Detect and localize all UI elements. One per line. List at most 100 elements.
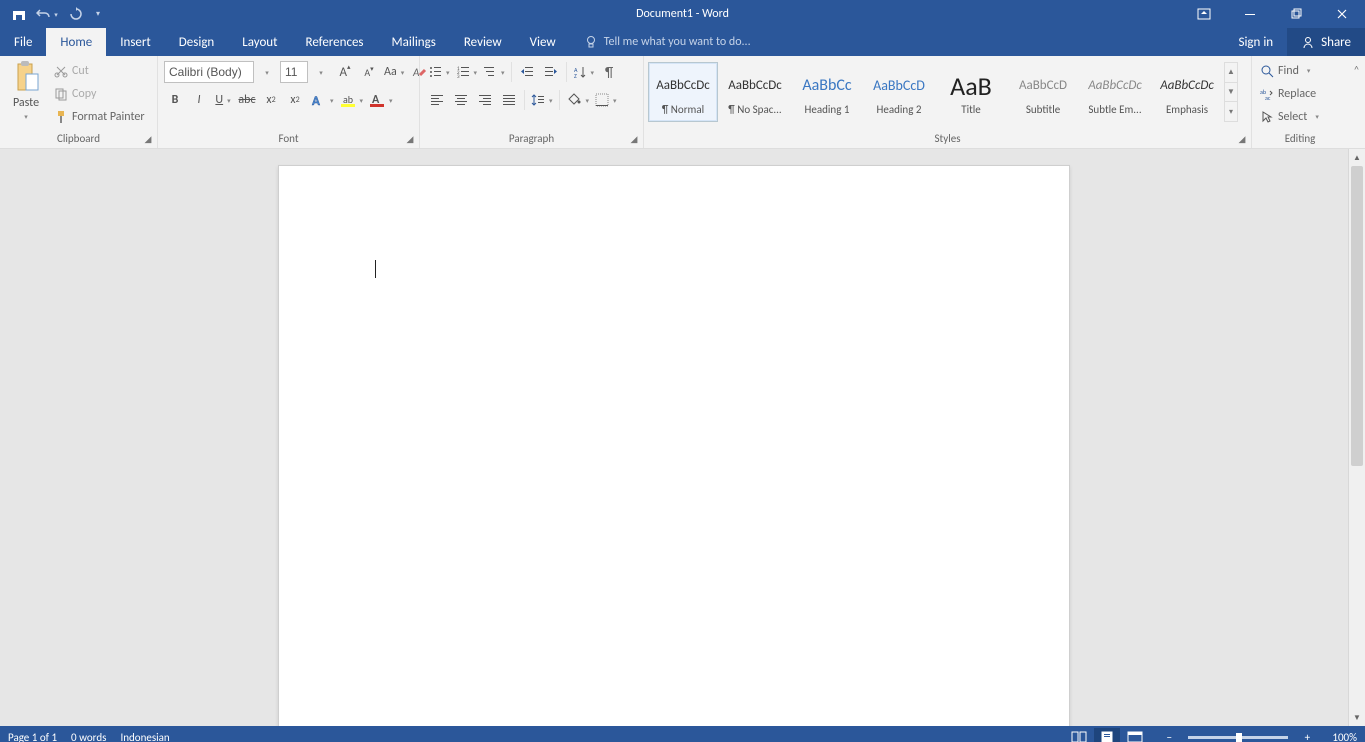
tab-insert[interactable]: Insert <box>106 28 165 56</box>
font-size-dropdown-button[interactable]: ▾ <box>310 61 332 83</box>
tab-design[interactable]: Design <box>165 28 228 56</box>
paragraph-launcher[interactable]: ◢ <box>627 132 641 146</box>
minimize-button[interactable] <box>1227 0 1273 28</box>
shading-button[interactable] <box>564 89 592 111</box>
tab-layout[interactable]: Layout <box>228 28 291 56</box>
style-caption: ¶ No Spac... <box>728 103 781 116</box>
status-language[interactable]: Indonesian <box>120 731 169 742</box>
bold-button[interactable]: B <box>164 89 186 111</box>
italic-button[interactable]: I <box>188 89 210 111</box>
share-button[interactable]: Share <box>1287 28 1365 56</box>
underline-button[interactable]: U <box>212 89 234 111</box>
change-case-button[interactable]: Aa <box>382 61 406 83</box>
scroll-down-button[interactable]: ▼ <box>1349 709 1365 726</box>
borders-button[interactable] <box>593 89 619 111</box>
style-item-1[interactable]: AaBbCcDc¶ No Spac... <box>720 62 790 122</box>
style-item-3[interactable]: AaBbCcDHeading 2 <box>864 62 934 122</box>
document-area[interactable] <box>0 149 1348 726</box>
tab-view[interactable]: View <box>516 28 570 56</box>
zoom-out-button[interactable]: − <box>1158 726 1180 742</box>
read-mode-button[interactable] <box>1066 728 1092 742</box>
font-group: ▾ ▾ A▴ A▾ Aa A B I U abc x2 x2 A <box>158 56 420 148</box>
font-family-input[interactable] <box>164 61 254 83</box>
font-family-dropdown-button[interactable]: ▾ <box>256 61 278 83</box>
align-center-button[interactable] <box>450 89 472 111</box>
subscript-button[interactable]: x2 <box>260 89 282 111</box>
scroll-up-button[interactable]: ▲ <box>1349 149 1365 166</box>
shrink-font-button[interactable]: A▾ <box>358 61 380 83</box>
styles-group-title: Styles <box>934 132 960 145</box>
style-item-2[interactable]: AaBbCcHeading 1 <box>792 62 862 122</box>
qat-customize-button[interactable]: ▾ <box>92 3 104 25</box>
status-words[interactable]: 0 words <box>71 731 106 742</box>
style-item-7[interactable]: AaBbCcDcEmphasis <box>1152 62 1222 122</box>
align-left-button[interactable] <box>426 89 448 111</box>
tab-review[interactable]: Review <box>450 28 516 56</box>
font-size-input[interactable] <box>280 61 308 83</box>
vertical-scrollbar[interactable]: ▲ ▼ <box>1348 149 1365 726</box>
style-item-4[interactable]: AaBTitle <box>936 62 1006 122</box>
justify-button[interactable] <box>498 89 520 111</box>
select-button[interactable]: Select <box>1258 106 1321 127</box>
paste-button[interactable]: Paste ▾ <box>6 60 46 121</box>
tell-me[interactable]: Tell me what you want to do... <box>570 28 751 56</box>
numbering-button[interactable]: 123 <box>454 61 480 83</box>
web-layout-button[interactable] <box>1122 728 1148 742</box>
font-color-button[interactable]: A <box>367 89 395 111</box>
format-painter-button[interactable]: Format Painter <box>52 106 147 127</box>
scroll-thumb[interactable] <box>1351 166 1363 466</box>
styles-launcher[interactable]: ◢ <box>1235 132 1249 146</box>
status-page[interactable]: Page 1 of 1 <box>8 731 57 742</box>
tab-home[interactable]: Home <box>46 28 106 56</box>
sort-button[interactable]: AZ <box>571 61 597 83</box>
tab-references[interactable]: References <box>292 28 378 56</box>
redo-button[interactable] <box>64 3 86 25</box>
undo-button[interactable]: ▾ <box>36 3 58 25</box>
page[interactable] <box>278 165 1070 726</box>
bullets-button[interactable] <box>426 61 452 83</box>
style-item-0[interactable]: AaBbCcDc¶ Normal <box>648 62 718 122</box>
collapse-ribbon-button[interactable]: ^ <box>1346 58 1365 80</box>
scroll-track[interactable] <box>1349 166 1365 709</box>
save-button[interactable] <box>8 3 30 25</box>
ribbon-display-button[interactable] <box>1181 0 1227 28</box>
zoom-slider[interactable] <box>1188 736 1288 739</box>
decrease-indent-button[interactable] <box>516 61 538 83</box>
style-caption: Heading 2 <box>877 103 922 116</box>
increase-indent-button[interactable] <box>540 61 562 83</box>
tell-me-placeholder: Tell me what you want to do... <box>604 35 751 49</box>
close-button[interactable] <box>1319 0 1365 28</box>
replace-button[interactable]: abac Replace <box>1258 83 1321 104</box>
styles-scroll-down[interactable]: ▼ <box>1225 83 1237 103</box>
print-layout-button[interactable] <box>1094 728 1120 742</box>
multilevel-list-button[interactable] <box>481 61 507 83</box>
grow-font-button[interactable]: A▴ <box>334 61 356 83</box>
styles-scroll-up[interactable]: ▲ <box>1225 63 1237 83</box>
zoom-in-button[interactable]: + <box>1296 726 1318 742</box>
zoom-slider-thumb[interactable] <box>1236 733 1242 742</box>
clipboard-launcher[interactable]: ◢ <box>141 132 155 146</box>
text-cursor <box>375 260 376 278</box>
superscript-button[interactable]: x2 <box>284 89 306 111</box>
style-item-5[interactable]: AaBbCcDSubtitle <box>1008 62 1078 122</box>
align-right-button[interactable] <box>474 89 496 111</box>
tab-mailings[interactable]: Mailings <box>378 28 450 56</box>
text-effects-button[interactable]: A <box>308 89 336 111</box>
restore-button[interactable] <box>1273 0 1319 28</box>
text-effect-icon: A <box>310 92 326 108</box>
font-launcher[interactable]: ◢ <box>403 132 417 146</box>
find-button[interactable]: Find <box>1258 60 1321 81</box>
sign-in-link[interactable]: Sign in <box>1224 28 1287 56</box>
tab-file[interactable]: File <box>0 28 46 56</box>
strikethrough-button[interactable]: abc <box>236 89 258 111</box>
styles-expand[interactable]: ▾ <box>1225 102 1237 121</box>
highlight-button[interactable]: ab <box>338 89 366 111</box>
copy-button[interactable]: Copy <box>52 83 147 104</box>
align-center-icon <box>454 93 468 107</box>
line-spacing-button[interactable] <box>529 89 555 111</box>
style-item-6[interactable]: AaBbCcDcSubtle Em... <box>1080 62 1150 122</box>
cut-button[interactable]: Cut <box>52 60 147 81</box>
zoom-level[interactable]: 100% <box>1332 731 1357 742</box>
align-left-icon <box>430 93 444 107</box>
show-marks-button[interactable]: ¶ <box>598 61 620 83</box>
